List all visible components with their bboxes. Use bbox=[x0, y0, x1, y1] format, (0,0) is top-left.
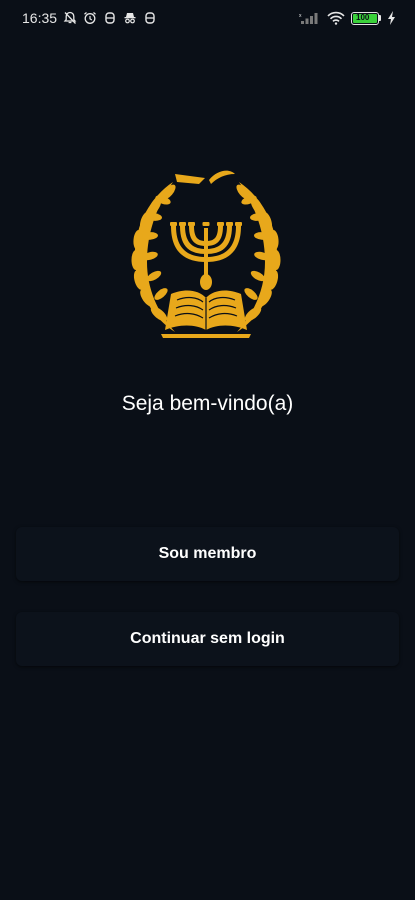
incognito-icon bbox=[123, 11, 137, 25]
notification-icon bbox=[103, 11, 117, 25]
menorah-laurel-book-logo bbox=[125, 170, 287, 338]
status-bar-left: 16:35 bbox=[22, 10, 157, 26]
signal-icon: x bbox=[299, 11, 321, 25]
welcome-text: Seja bem-vindo(a) bbox=[121, 392, 294, 415]
clock: 16:35 bbox=[22, 10, 58, 26]
continue-without-login-button[interactable]: Continuar sem login bbox=[16, 612, 399, 666]
bell-off-icon bbox=[63, 11, 77, 25]
alarm-icon bbox=[83, 11, 97, 25]
wifi-icon bbox=[327, 11, 345, 25]
status-bar: 16:35 x 100 bbox=[0, 0, 415, 36]
svg-text:x: x bbox=[299, 13, 302, 19]
notification-icon bbox=[143, 11, 157, 25]
charging-icon bbox=[387, 11, 397, 25]
continue-without-login-button-label: Continuar sem login bbox=[130, 630, 285, 647]
status-bar-right: x 100 bbox=[299, 11, 397, 25]
member-login-button-label: Sou membro bbox=[158, 545, 257, 562]
battery-level: 100 bbox=[356, 12, 370, 22]
member-login-button[interactable]: Sou membro bbox=[16, 527, 399, 581]
battery-fill: 100 bbox=[353, 12, 377, 23]
battery-icon: 100 bbox=[351, 11, 381, 25]
